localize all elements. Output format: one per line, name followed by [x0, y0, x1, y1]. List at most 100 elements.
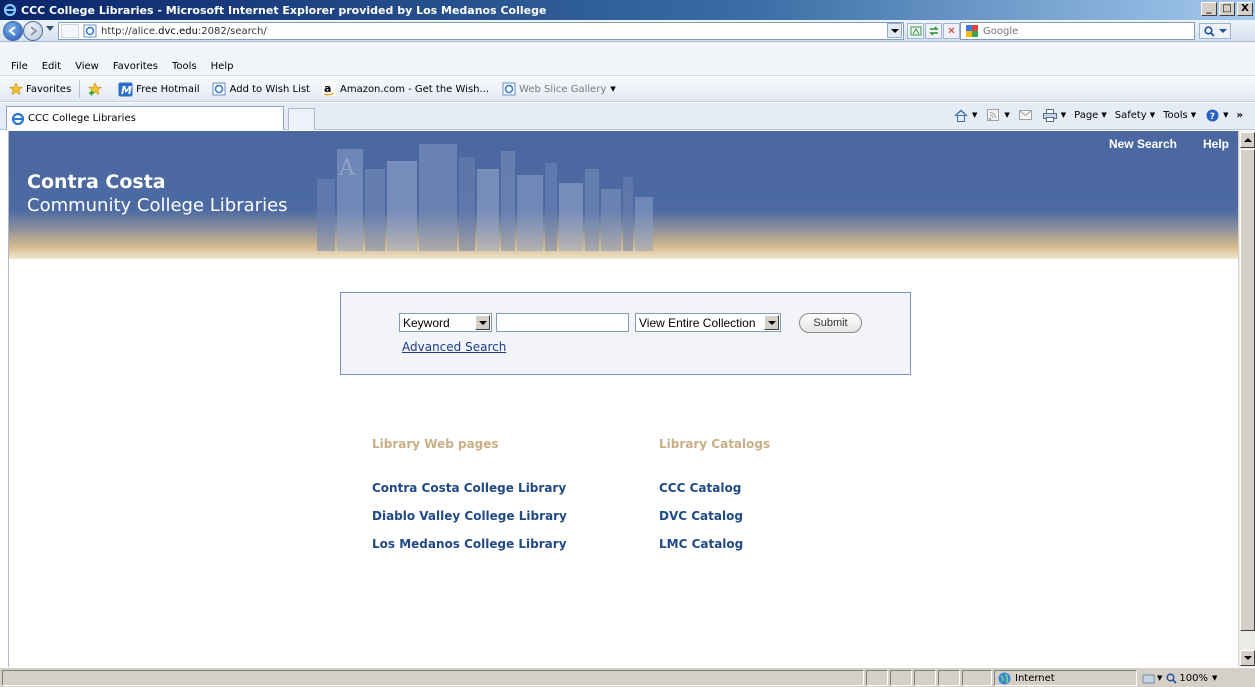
page-menu-button[interactable]: Page ▼ — [1070, 110, 1111, 121]
forward-arrow-icon — [30, 26, 38, 36]
library-web-pages-column: Library Web pages Contra Costa College L… — [372, 437, 567, 565]
favorite-free-hotmail[interactable]: M Free Hotmail — [112, 82, 205, 97]
zoom-button[interactable]: 100% ▼ — [1166, 673, 1217, 684]
more-commands-button[interactable]: » — [1233, 110, 1247, 121]
favorites-separator — [79, 80, 81, 98]
protected-mode-button[interactable]: ▼ — [1142, 672, 1162, 684]
svg-text:a: a — [324, 82, 331, 95]
submit-button[interactable]: Submit — [799, 313, 862, 333]
tab-ccc-college-libraries[interactable]: CCC College Libraries — [6, 106, 284, 130]
status-cell — [866, 670, 888, 686]
search-input[interactable] — [983, 25, 1183, 37]
minimize-button[interactable]: _ — [1201, 2, 1217, 16]
favorite-add-to-wish-list[interactable]: Add to Wish List — [206, 82, 316, 97]
lmc-catalog-link[interactable]: LMC Catalog — [659, 537, 770, 551]
brand-title: Contra Costa — [27, 171, 166, 193]
home-button[interactable]: ▼ — [949, 108, 981, 122]
add-to-favorites-bar-button[interactable] — [82, 82, 112, 97]
ie-logo-icon — [11, 112, 25, 125]
favorites-bar: Favorites M Free Hotmail Add to Wish Lis… — [0, 77, 1255, 102]
status-cell — [890, 670, 912, 686]
hotmail-icon: M — [118, 82, 133, 97]
address-dropdown-button[interactable] — [887, 23, 902, 38]
library-web-pages-heading: Library Web pages — [372, 437, 499, 451]
help-link[interactable]: Help — [1203, 137, 1229, 151]
dvc-catalog-link[interactable]: DVC Catalog — [659, 509, 770, 523]
collection-select[interactable]: View Entire Collection — [635, 313, 781, 332]
dropdown-arrow-icon — [475, 315, 490, 330]
favorites-button[interactable]: Favorites — [2, 82, 77, 97]
close-button[interactable]: X — [1237, 2, 1253, 16]
back-arrow-icon — [8, 26, 16, 36]
refresh-icon[interactable] — [925, 23, 942, 39]
brand-subtitle: Community College Libraries — [27, 195, 288, 216]
menu-view[interactable]: View — [68, 61, 106, 72]
search-field-select[interactable]: Keyword — [399, 313, 492, 332]
menu-bar: File Edit View Favorites Tools Help — [0, 57, 1255, 76]
safety-menu-button[interactable]: Safety ▼ — [1111, 110, 1159, 121]
chevron-down-icon: ▼ — [1223, 111, 1229, 119]
status-cell — [914, 670, 936, 686]
los-medanos-college-library-link[interactable]: Los Medanos College Library — [372, 537, 567, 551]
favorite-web-slice-gallery[interactable]: Web Slice Gallery ▼ — [495, 82, 622, 97]
status-bar: Internet ▼ 100% ▼ — [0, 667, 1255, 687]
address-bar[interactable]: http://alice.dvc.edu:2082/search/ — [58, 22, 904, 40]
status-text-area — [2, 670, 864, 686]
stop-icon[interactable]: ✕ — [943, 23, 960, 39]
print-button[interactable]: ▼ — [1038, 108, 1070, 122]
svg-text:A: A — [338, 156, 356, 181]
ie-page-icon — [501, 82, 516, 97]
new-tab-button[interactable] — [288, 108, 315, 130]
ie-logo-icon — [3, 3, 17, 17]
chevron-down-icon: ▼ — [1060, 111, 1067, 119]
new-search-link[interactable]: New Search — [1109, 137, 1177, 151]
bookshelf-graphic: A — [317, 144, 653, 251]
ccc-catalog-link[interactable]: CCC Catalog — [659, 481, 770, 495]
printer-icon — [1042, 108, 1058, 122]
google-logo-icon — [966, 25, 978, 37]
ie-page-icon — [212, 82, 227, 97]
window-title: CCC College Libraries - Microsoft Intern… — [21, 3, 547, 17]
vertical-scrollbar[interactable] — [1238, 131, 1255, 667]
menu-favorites[interactable]: Favorites — [106, 61, 165, 72]
add-favorite-icon — [88, 82, 103, 97]
back-button[interactable] — [3, 21, 23, 41]
scroll-thumb[interactable] — [1240, 149, 1255, 631]
forward-button[interactable] — [23, 21, 43, 41]
command-bar: ▼ ▼ ▼ Page ▼ Safety ▼ Tools ▼ ? ▼ » — [949, 108, 1247, 122]
menu-file[interactable]: File — [4, 61, 35, 72]
svg-text:M: M — [121, 84, 132, 97]
tools-menu-button[interactable]: Tools ▼ — [1159, 110, 1200, 121]
scroll-down-button[interactable] — [1240, 650, 1255, 666]
advanced-search-link[interactable]: Advanced Search — [402, 340, 506, 354]
mail-icon — [1018, 108, 1034, 122]
help-icon: ? — [1204, 108, 1220, 122]
feeds-button[interactable]: ▼ — [981, 108, 1013, 122]
menu-edit[interactable]: Edit — [35, 61, 68, 72]
search-box[interactable] — [960, 22, 1195, 40]
diablo-valley-college-library-link[interactable]: Diablo Valley College Library — [372, 509, 567, 523]
favorite-amazon[interactable]: a Amazon.com - Get the Wish... — [316, 82, 495, 97]
scroll-up-button[interactable] — [1240, 132, 1255, 148]
chevron-down-icon: ▼ — [971, 111, 978, 119]
search-query-input[interactable] — [496, 313, 629, 332]
search-button[interactable] — [1199, 23, 1231, 39]
chevron-down-icon: ▼ — [1004, 111, 1010, 119]
menu-help[interactable]: Help — [204, 61, 241, 72]
menu-tools[interactable]: Tools — [165, 61, 204, 72]
site-banner: A Contra Costa Community College Librari… — [9, 131, 1238, 259]
compatibility-view-icon[interactable] — [907, 23, 924, 39]
read-mail-button[interactable] — [1014, 108, 1038, 122]
page-frame-icon — [61, 24, 79, 38]
search-panel: Keyword View Entire Collection Submit Ad… — [340, 292, 911, 375]
dropdown-arrow-icon — [764, 315, 779, 330]
recent-pages-dropdown[interactable] — [46, 26, 54, 31]
contra-costa-college-library-link[interactable]: Contra Costa College Library — [372, 481, 567, 495]
zoom-level: 100% — [1179, 672, 1208, 684]
chevron-down-icon: ▼ — [1101, 111, 1107, 119]
toolbar-spacer — [0, 42, 1255, 57]
security-zone[interactable]: Internet — [994, 670, 1137, 686]
help-menu-button[interactable]: ? ▼ — [1200, 108, 1232, 122]
globe-icon — [998, 672, 1011, 684]
maximize-button[interactable]: □ — [1219, 2, 1235, 16]
